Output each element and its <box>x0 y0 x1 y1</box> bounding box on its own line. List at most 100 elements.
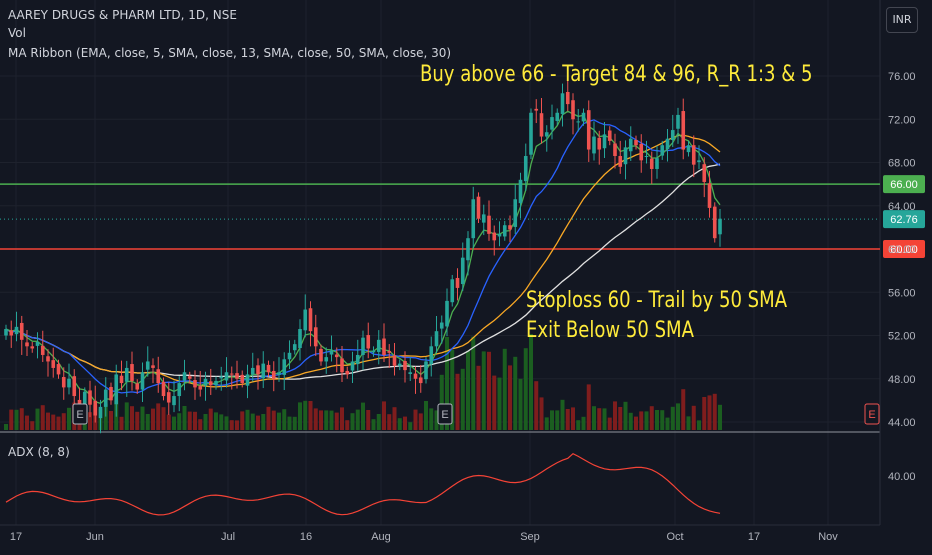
candle <box>313 314 318 357</box>
candle-body <box>413 373 418 379</box>
candle-body <box>345 370 350 375</box>
candle-body <box>319 348 323 362</box>
candle-body <box>718 218 722 235</box>
candle-body <box>313 327 318 347</box>
volume-bar <box>313 408 318 430</box>
symbol-title[interactable]: AAREY DRUGS & PHARM LTD, 1D, NSE <box>8 7 237 23</box>
candle-body <box>88 390 92 405</box>
candle-body <box>172 396 176 406</box>
x-tick-label-5: Sep <box>520 531 540 543</box>
volume-bar <box>408 422 413 430</box>
volume-bar <box>718 404 722 430</box>
x-tick-label-2: Jul <box>221 531 235 543</box>
candle-body <box>581 112 586 122</box>
candle-body <box>51 360 56 368</box>
volume-bar <box>466 350 470 430</box>
candle-body <box>40 345 45 355</box>
x-tick-label-8: Nov <box>818 531 838 543</box>
candle-body <box>355 354 360 365</box>
volume-bar <box>602 408 607 430</box>
volume-bar <box>676 403 680 430</box>
volume-bar <box>613 401 617 430</box>
candle <box>676 107 680 144</box>
candle-body <box>156 369 161 384</box>
candle <box>665 128 670 162</box>
candle <box>366 322 371 359</box>
volume-bar <box>576 420 581 430</box>
candle-body <box>19 322 24 340</box>
adx-pane <box>5 452 721 516</box>
y-tick-label-8: 44.00 <box>888 417 916 429</box>
candle-body <box>702 164 707 182</box>
adx-legend[interactable]: ADX (8, 8) <box>8 445 70 459</box>
candle-body <box>35 341 40 346</box>
volume-bar <box>119 416 124 430</box>
volume-bar <box>697 420 701 430</box>
volume-bar <box>518 378 523 430</box>
earnings-marker-0[interactable]: E <box>72 403 88 425</box>
candle-body <box>607 130 612 141</box>
candle <box>681 98 686 160</box>
candle-body <box>376 339 381 352</box>
volume-bar <box>19 408 24 430</box>
candle-body <box>571 100 575 120</box>
volume-bar <box>166 414 171 430</box>
candle <box>707 170 712 218</box>
candle-body <box>492 232 497 241</box>
candle-body <box>707 183 712 208</box>
candle <box>208 368 213 395</box>
volume-bar <box>550 410 554 430</box>
volume-bar <box>135 411 140 430</box>
volume-legend[interactable]: Vol <box>8 25 26 41</box>
candle <box>329 335 334 362</box>
y-tick-label-2: 68.00 <box>888 158 916 170</box>
candle-body <box>4 329 8 336</box>
candle-body <box>466 238 470 261</box>
candle-body <box>292 344 297 351</box>
candle-body <box>229 373 234 375</box>
earnings-marker-1[interactable]: E <box>437 403 453 425</box>
candle <box>397 359 402 371</box>
x-tick-label-4: Aug <box>371 531 391 543</box>
candle <box>303 294 308 338</box>
candle-body <box>203 378 208 386</box>
candle <box>560 83 565 127</box>
volume-bar <box>172 416 176 430</box>
candle-body <box>282 359 287 375</box>
candle-body <box>550 117 554 130</box>
volume-bar <box>487 351 491 430</box>
candle-body <box>487 215 491 234</box>
volume-bar <box>460 368 465 430</box>
x-tick-label-0: 17 <box>10 531 22 543</box>
volume-bar <box>702 397 707 430</box>
candle-body <box>523 156 528 182</box>
volume-bar <box>56 416 61 430</box>
candle <box>592 121 596 161</box>
candle-body <box>145 361 150 370</box>
ma-ribbon-legend[interactable]: MA Ribbon (EMA, close, 5, SMA, close, 13… <box>8 45 451 61</box>
candle-body <box>644 156 649 158</box>
candlesticks[interactable] <box>4 76 722 434</box>
volume-bar <box>403 416 407 430</box>
candle <box>282 352 287 390</box>
stoploss-annotation: Stoploss 60 - Trail by 50 SMA <box>526 288 788 313</box>
candle <box>602 121 607 158</box>
chart-stage[interactable]: 66.00 60.00 62.76 76.00 72.00 68.00 64.00 60.0… <box>0 0 932 550</box>
volume-bar <box>140 406 145 430</box>
candle-body <box>712 206 717 239</box>
volume-bar <box>303 400 308 430</box>
earnings-marker-2[interactable]: E <box>864 403 880 425</box>
candle-body <box>649 158 654 169</box>
volume-bar <box>649 406 654 430</box>
candle <box>14 311 19 342</box>
volume-bar <box>660 410 665 430</box>
volume-bar <box>712 393 717 430</box>
candle-body <box>618 156 623 167</box>
candle-body <box>240 374 245 384</box>
candle-body <box>340 358 344 373</box>
volume-bar <box>655 410 659 430</box>
candle <box>429 336 434 377</box>
volume-bar <box>476 365 481 430</box>
volume-bar <box>502 348 507 430</box>
currency-button[interactable]: INR <box>886 7 918 33</box>
